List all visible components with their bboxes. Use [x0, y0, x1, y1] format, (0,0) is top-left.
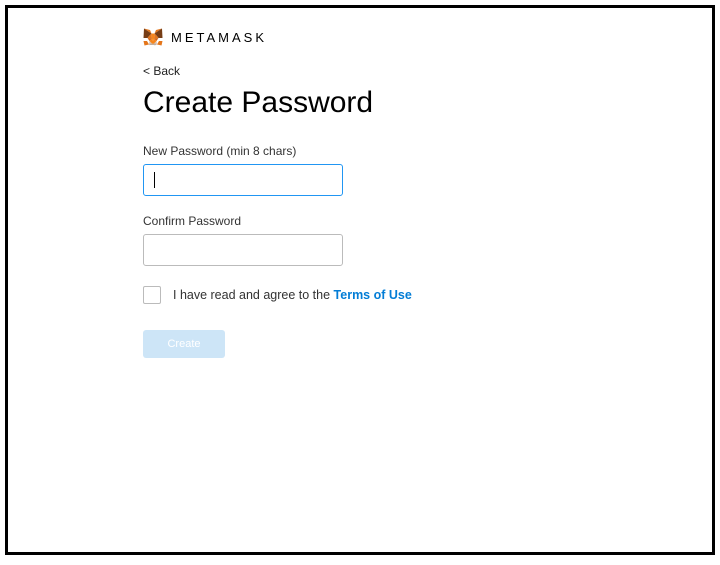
confirm-password-input[interactable] [143, 234, 343, 266]
app-frame: METAMASK < Back Create Password New Pass… [5, 5, 715, 555]
new-password-label: New Password (min 8 chars) [143, 144, 508, 158]
page-title: Create Password [143, 86, 508, 120]
text-cursor-icon [154, 172, 155, 188]
create-button[interactable]: Create [143, 330, 225, 358]
metamask-fox-icon [143, 28, 163, 46]
new-password-field-group: New Password (min 8 chars) [143, 144, 508, 196]
terms-row: I have read and agree to the Terms of Us… [143, 286, 508, 304]
app-header: METAMASK [8, 28, 712, 46]
terms-prefix: I have read and agree to the [173, 288, 334, 302]
brand-name: METAMASK [171, 30, 267, 45]
main-content: < Back Create Password New Password (min… [8, 62, 508, 358]
new-password-input[interactable] [143, 164, 343, 196]
terms-of-use-link[interactable]: Terms of Use [334, 288, 412, 302]
confirm-password-label: Confirm Password [143, 214, 508, 228]
terms-checkbox[interactable] [143, 286, 161, 304]
confirm-password-field-group: Confirm Password [143, 214, 508, 266]
terms-text: I have read and agree to the Terms of Us… [173, 288, 412, 302]
back-link[interactable]: < Back [143, 64, 180, 78]
